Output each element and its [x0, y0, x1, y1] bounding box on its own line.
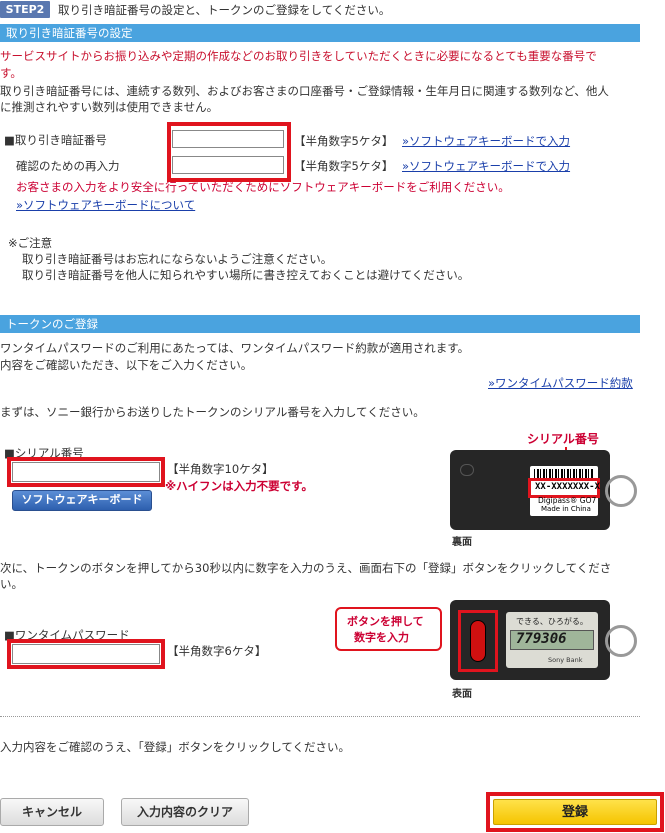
keyring-icon: [605, 625, 637, 657]
pin-confirm-hint: 【半角数字5ケタ】: [294, 159, 394, 173]
clear-button[interactable]: 入力内容のクリア: [121, 798, 249, 826]
token-intro-1: ワンタイムパスワードのご利用にあたっては、ワンタイムパスワード約款が適用されます…: [0, 341, 470, 355]
step-badge: STEP2: [0, 1, 50, 18]
serial-input[interactable]: [12, 462, 160, 482]
token-back-caption: 裏面: [452, 537, 472, 548]
serial-sticker-brand: Digipass® GO7: [538, 496, 597, 505]
footer-confirm-text: 入力内容をご確認のうえ、「登録」ボタンをクリックしてください。: [0, 740, 351, 754]
serial-hyphen-note: ※ハイフンは入力不要です。: [165, 479, 314, 493]
caution-line-1: 取り引き暗証番号はお忘れにならないようご注意ください。: [22, 252, 333, 266]
pin-intro-2: に推測されやすい数列は使用できません。: [0, 100, 219, 114]
token-front-image: できる、ひろがる。 779306 Sony Bank: [450, 600, 645, 682]
caution-title: ※ご注意: [8, 236, 53, 250]
pin-hint: 【半角数字5ケタ】: [294, 134, 394, 148]
otp-hint: 【半角数字6ケタ】: [167, 644, 267, 658]
token-intro-2: 内容をご確認いただき、以下をご入力ください。: [0, 358, 253, 372]
serial-intro: まずは、ソニー銀行からお送りしたトークンのシリアル番号を入力してください。: [0, 405, 425, 419]
otp-input[interactable]: [12, 644, 160, 664]
otp-callout: ボタンを押して 数字を入力: [335, 607, 442, 651]
otp-terms-link[interactable]: »ワンタイムパスワード約款: [488, 375, 633, 391]
divider: [0, 716, 640, 717]
otp-intro-1: 次に、トークンのボタンを押してから30秒以内に数字を入力のうえ、画面右下の「登録…: [0, 561, 612, 575]
pin-confirm-soft-keyboard-link[interactable]: »ソフトウェアキーボードで入力: [402, 158, 570, 174]
pin-intro-1: 取り引き暗証番号には、連続する数列、およびお客さまの口座番号・ご登録情報・生年月…: [0, 84, 609, 98]
serial-sticker-made: Made in China: [541, 505, 591, 513]
token-front-caption: 表面: [452, 689, 472, 700]
pin-confirm-label: 確認のための再入力: [16, 159, 120, 173]
soft-keyboard-button[interactable]: ソフトウェアキーボード: [12, 490, 152, 511]
token-lcd-slogan: できる、ひろがる。: [516, 617, 588, 626]
cancel-button[interactable]: キャンセル: [0, 798, 104, 826]
ce-mark-icon: [460, 464, 474, 476]
pin-section-title: 取り引き暗証番号の設定: [0, 24, 640, 42]
serial-sticker-number: XX-XXXXXXX-X: [535, 482, 601, 492]
caution-line-2: 取り引き暗証番号を他人に知られやすい場所に書き控えておくことは避けてください。: [22, 268, 470, 282]
pin-input[interactable]: [172, 130, 284, 148]
security-note: お客さまの入力をより安全に行っていただくためにソフトウェアキーボードをご利用くだ…: [16, 180, 510, 194]
pin-intro-red-2: す。: [0, 66, 22, 80]
token-button-icon: [470, 620, 486, 662]
token-brand: Sony Bank: [548, 656, 583, 664]
token-section-title: トークンのご登録: [0, 315, 640, 333]
pin-intro-red-1: サービスサイトからお振り込みや定期の作成などのお取り引きをしていただくときに必要…: [0, 49, 597, 63]
otp-callout-line-2: 数字を入力: [354, 631, 409, 644]
step-description: 取り引き暗証番号の設定と、トークンのご登録をしてください。: [58, 3, 391, 17]
keyring-icon: [605, 475, 637, 507]
pin-soft-keyboard-link[interactable]: »ソフトウェアキーボードで入力: [402, 133, 570, 149]
serial-hint: 【半角数字10ケタ】: [167, 462, 274, 476]
token-lcd-number: 779306: [516, 631, 567, 647]
pin-label: ■取り引き暗証番号: [4, 133, 107, 147]
token-back-image: XX-XXXXXXX-X Digipass® GO7 Made in China: [450, 450, 645, 530]
otp-callout-line-1: ボタンを押して: [347, 615, 424, 628]
about-soft-keyboard-link[interactable]: »ソフトウェアキーボードについて: [16, 197, 195, 213]
otp-intro-2: い。: [0, 577, 23, 591]
serial-callout-label: シリアル番号: [527, 432, 599, 446]
pin-confirm-input[interactable]: [172, 156, 284, 174]
register-button[interactable]: 登録: [493, 799, 657, 825]
